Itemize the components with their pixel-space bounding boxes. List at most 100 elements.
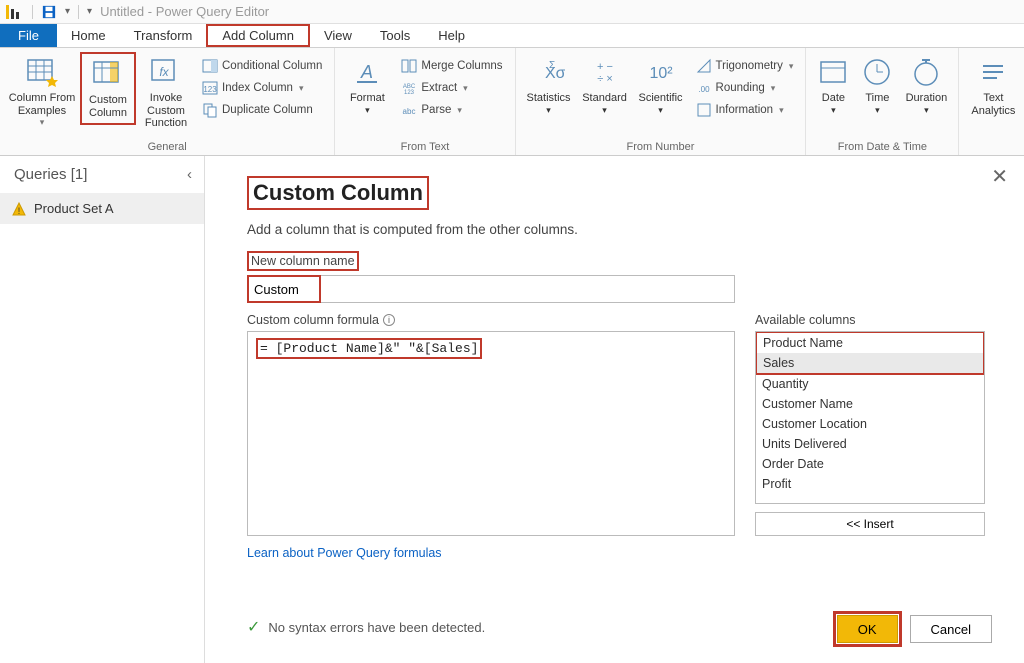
parse-button[interactable]: abcParse▾: [395, 100, 508, 120]
text-analytics-button[interactable]: Text Analytics: [965, 52, 1021, 121]
dialog-title: Custom Column: [247, 176, 429, 210]
svg-text:A: A: [360, 62, 373, 82]
information-button[interactable]: Information▾: [690, 100, 800, 120]
avail-col-item[interactable]: Units Delivered: [756, 434, 984, 454]
custom-column-label: Custom Column: [84, 94, 132, 119]
group-label-from-datetime: From Date & Time: [812, 139, 952, 153]
avail-col-item[interactable]: Customer Location: [756, 414, 984, 434]
cancel-button[interactable]: Cancel: [910, 615, 992, 643]
svg-text:abc: abc: [403, 107, 416, 116]
tab-file[interactable]: File: [0, 24, 57, 47]
ribbon-group-general: Column From Examples ▾ Custom Column fx …: [0, 48, 335, 155]
collapse-queries-icon[interactable]: ‹: [187, 166, 192, 183]
avail-col-item[interactable]: Order Date: [756, 454, 984, 474]
statistics-button[interactable]: XσΣ Statistics▾: [522, 52, 576, 119]
qat-customize-icon[interactable]: ▾: [87, 6, 92, 17]
new-column-name-label: New column name: [247, 251, 359, 271]
status-row: ✓ No syntax errors have been detected.: [247, 617, 485, 637]
index-column-button[interactable]: 123Index Column▾: [196, 78, 328, 98]
rounding-button[interactable]: .00Rounding▾: [690, 78, 800, 98]
avail-col-item[interactable]: Customer Name: [756, 394, 984, 414]
extract-button[interactable]: ABC123Extract▾: [395, 78, 508, 98]
app-icon: [4, 4, 20, 20]
date-button[interactable]: Date▾: [812, 52, 854, 119]
index-icon: 123: [202, 80, 218, 96]
formula-label: Custom column formula i: [247, 313, 735, 327]
ribbon-group-analytics: Text Analytics: [959, 48, 1024, 155]
query-item[interactable]: ! Product Set A: [0, 193, 204, 224]
lines-icon: [977, 56, 1009, 88]
close-button[interactable]: ✕: [991, 164, 1008, 189]
avail-col-item[interactable]: Quantity: [756, 374, 984, 394]
tab-add-column[interactable]: Add Column: [206, 24, 310, 47]
check-icon: ✓: [247, 617, 260, 637]
duration-button[interactable]: Duration▾: [900, 52, 952, 119]
duplicate-column-button[interactable]: Duplicate Column: [196, 100, 328, 120]
status-text: No syntax errors have been detected.: [268, 620, 485, 635]
avail-col-item[interactable]: Sales: [757, 353, 983, 373]
new-column-name-input[interactable]: [247, 275, 735, 303]
content-area: Queries [1] ‹ ! Product Set A ✕ Custom C…: [0, 156, 1024, 663]
sigma-icon: XσΣ: [533, 56, 565, 88]
conditional-column-button[interactable]: Conditional Column: [196, 56, 328, 76]
format-button[interactable]: A Format▾: [341, 52, 393, 119]
parse-icon: abc: [401, 102, 417, 118]
ribbon: Column From Examples ▾ Custom Column fx …: [0, 48, 1024, 156]
learn-link[interactable]: Learn about Power Query formulas: [247, 546, 735, 560]
tab-view[interactable]: View: [310, 24, 366, 47]
custom-column-button[interactable]: Custom Column: [80, 52, 136, 125]
format-label: Format: [350, 92, 385, 105]
trig-icon: [696, 58, 712, 74]
available-columns-label: Available columns: [755, 313, 985, 327]
svg-text:+ −: + −: [597, 61, 613, 73]
svg-text:fx: fx: [159, 65, 169, 79]
scientific-button[interactable]: 10² Scientific▾: [634, 52, 688, 119]
clock-icon: [861, 56, 893, 88]
ok-button[interactable]: OK: [837, 615, 898, 643]
extract-icon: ABC123: [401, 80, 417, 96]
time-button[interactable]: Time▾: [856, 52, 898, 119]
merge-columns-button[interactable]: Merge Columns: [395, 56, 508, 76]
svg-text:!: !: [18, 206, 21, 216]
group-label-from-number: From Number: [522, 139, 800, 153]
scientific-icon: 10²: [645, 56, 677, 88]
custom-column-dialog: ✕ Custom Column Add a column that is com…: [215, 156, 1024, 663]
quick-access-toolbar: ▾ ▾: [4, 4, 92, 20]
column-from-examples-button[interactable]: Column From Examples ▾: [6, 52, 78, 132]
tab-home[interactable]: Home: [57, 24, 120, 47]
query-item-label: Product Set A: [34, 201, 114, 216]
trigonometry-button[interactable]: Trigonometry▾: [690, 56, 800, 76]
cond-icon: [202, 58, 218, 74]
invoke-custom-function-button[interactable]: fx Invoke Custom Function: [138, 52, 194, 134]
ribbon-tabs: File Home Transform Add Column View Tool…: [0, 24, 1024, 48]
info-icon[interactable]: i: [383, 314, 395, 326]
avail-col-item[interactable]: Profit: [756, 474, 984, 494]
table-star-icon: [26, 56, 58, 88]
ribbon-group-from-datetime: Date▾ Time▾ Duration▾ From Date & Time: [806, 48, 959, 155]
available-columns-list[interactable]: Product Name Sales Quantity Customer Nam…: [755, 331, 985, 504]
tab-transform[interactable]: Transform: [120, 24, 207, 47]
save-icon[interactable]: [41, 4, 57, 20]
svg-text:÷ ×: ÷ ×: [597, 73, 613, 85]
tab-help[interactable]: Help: [424, 24, 479, 47]
svg-text:123: 123: [404, 90, 415, 96]
group-label-general: General: [6, 139, 328, 153]
queries-title: Queries [1]: [14, 166, 87, 183]
insert-button[interactable]: << Insert: [755, 512, 985, 536]
formula-text: = [Product Name]&" "&[Sales]: [256, 338, 482, 359]
format-icon: A: [351, 56, 383, 88]
tab-tools[interactable]: Tools: [366, 24, 424, 47]
svg-text:10²: 10²: [649, 65, 673, 82]
calendar-icon: [817, 56, 849, 88]
fx-icon: fx: [150, 56, 182, 88]
col-from-examples-label: Column From Examples: [8, 92, 76, 117]
qat-dropdown-icon[interactable]: ▾: [65, 6, 70, 17]
formula-input[interactable]: = [Product Name]&" "&[Sales]: [247, 331, 735, 536]
avail-col-item[interactable]: Product Name: [757, 333, 983, 353]
standard-button[interactable]: + −÷ × Standard▾: [578, 52, 632, 119]
titlebar: ▾ ▾ Untitled - Power Query Editor: [0, 0, 1024, 24]
ribbon-group-from-number: XσΣ Statistics▾ + −÷ × Standard▾ 10² Sci…: [516, 48, 807, 155]
window-title: Untitled - Power Query Editor: [100, 4, 269, 19]
queries-pane: Queries [1] ‹ ! Product Set A: [0, 156, 205, 663]
stopwatch-icon: [910, 56, 942, 88]
